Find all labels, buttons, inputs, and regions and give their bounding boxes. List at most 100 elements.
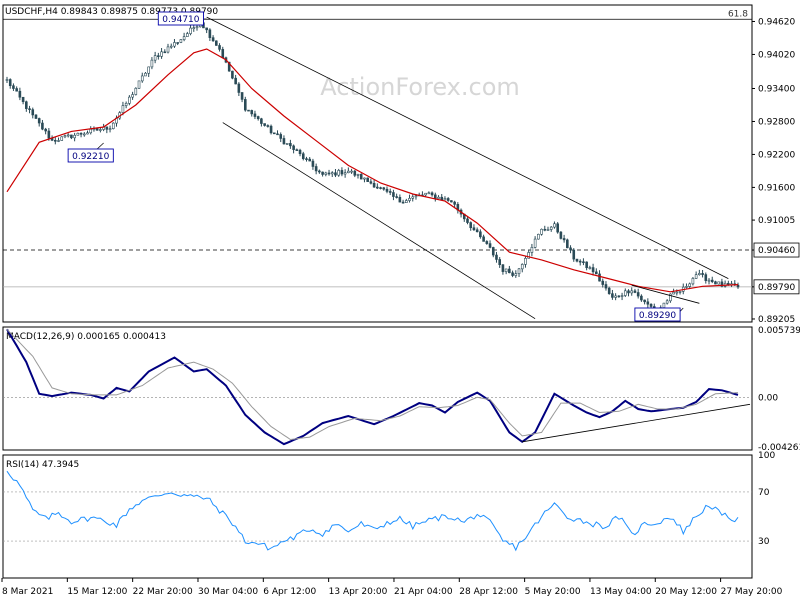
candle-body xyxy=(272,132,276,135)
candle-body xyxy=(611,293,614,298)
usdchf-chart: ActionForex.com USDCHF,H4 0.89843 0.89875… xyxy=(0,0,800,600)
candle-body xyxy=(356,173,360,176)
candle-body xyxy=(469,222,473,229)
candle-body xyxy=(134,87,138,95)
candle-body xyxy=(376,186,379,189)
candle-body xyxy=(82,133,86,136)
candle-body xyxy=(678,291,682,293)
candle-body xyxy=(475,229,479,233)
candle-body xyxy=(578,260,582,263)
candle-body xyxy=(8,79,12,86)
x-tick-label: 6 Apr 12:00 xyxy=(263,587,316,597)
candle-body xyxy=(604,284,608,289)
candle-body xyxy=(137,80,141,89)
candle-body xyxy=(472,227,476,231)
candle-body xyxy=(614,295,617,298)
candle-body xyxy=(247,109,250,112)
candle-body xyxy=(514,273,518,276)
candle-body xyxy=(398,196,402,203)
candle-body xyxy=(263,123,266,126)
candle-body xyxy=(479,231,482,238)
candle-body xyxy=(340,170,344,175)
candle-body xyxy=(163,51,167,54)
candle-body xyxy=(633,290,637,293)
candle-body xyxy=(66,134,70,137)
candle-body xyxy=(685,286,688,288)
candle-body xyxy=(566,239,569,249)
x-tick-label: 21 Apr 04:00 xyxy=(394,587,453,597)
candle-body xyxy=(691,278,695,285)
candle-body xyxy=(385,188,389,192)
watermark: ActionForex.com xyxy=(320,73,520,101)
candle xyxy=(450,200,453,203)
macd-label: MACD(12,26,9) 0.000165 0.000413 xyxy=(6,332,166,342)
candle-body xyxy=(76,132,80,136)
candle-body xyxy=(63,135,67,138)
candle-body xyxy=(54,140,57,142)
candle-body xyxy=(688,283,691,287)
candle-body xyxy=(15,88,18,92)
candle xyxy=(179,39,183,44)
candle-body xyxy=(379,187,382,189)
price-tick-label: 0.94620 xyxy=(758,17,795,27)
candle-body xyxy=(108,128,112,130)
price-tick-label: 0.89205 xyxy=(758,315,795,325)
candle-body xyxy=(121,105,125,113)
candle-body xyxy=(530,247,534,253)
candle-body xyxy=(28,108,31,110)
candle xyxy=(272,132,276,135)
candle-body xyxy=(446,198,450,201)
candle-body xyxy=(395,196,398,198)
ohlc-value-1: 0.89875 xyxy=(101,7,141,17)
candle-body xyxy=(89,128,93,134)
candle-body xyxy=(559,231,563,239)
candle-body xyxy=(707,279,711,282)
candle-body xyxy=(47,130,51,139)
candle xyxy=(34,114,38,119)
candle xyxy=(359,173,363,180)
macd-tick-label: 0.005739 xyxy=(758,326,800,336)
candle xyxy=(111,122,115,130)
candle-body xyxy=(147,66,150,74)
candle-body xyxy=(34,114,38,119)
candle-body xyxy=(372,182,376,188)
candle-body xyxy=(334,172,337,176)
candle-body xyxy=(701,273,704,275)
candle xyxy=(215,40,218,46)
candle-body xyxy=(524,258,527,265)
candle-body xyxy=(176,42,179,44)
candle-body xyxy=(295,149,299,151)
candle-body xyxy=(105,126,109,130)
candle-body xyxy=(627,290,630,294)
candle-body xyxy=(501,264,505,272)
candle-body xyxy=(440,196,444,201)
candle-body xyxy=(285,143,289,145)
x-tick-label: 22 Mar 20:00 xyxy=(133,587,193,597)
price-tick-label: 0.92200 xyxy=(758,150,795,160)
candle-body xyxy=(517,268,521,274)
rsi-label: RSI(14) 47.3945 xyxy=(6,460,79,470)
candle-body xyxy=(488,243,492,248)
candle-body xyxy=(60,136,64,141)
candle-body xyxy=(269,125,273,134)
candle-body xyxy=(424,192,427,196)
candle-body xyxy=(311,160,315,167)
candle-body xyxy=(337,170,340,176)
candle-body xyxy=(549,226,553,230)
candle-body xyxy=(369,181,373,184)
candle-body xyxy=(569,247,572,251)
rsi-tick-label: 100 xyxy=(758,451,775,461)
candle-body xyxy=(540,228,543,235)
candle-body xyxy=(595,271,598,275)
candle-body xyxy=(498,259,502,265)
candle-body xyxy=(301,153,305,159)
candle-body xyxy=(620,295,624,297)
x-tick-label: 28 Apr 12:00 xyxy=(459,587,518,597)
candle-body xyxy=(292,145,295,150)
candle-body xyxy=(215,40,218,46)
price-axis: 0.94620 0.94020 0.93400 0.92800 0.92200 0.916… xyxy=(752,17,800,325)
candle-body xyxy=(588,267,592,269)
candle-body xyxy=(73,134,76,139)
candle-body xyxy=(221,49,225,58)
candle-body xyxy=(111,122,115,129)
